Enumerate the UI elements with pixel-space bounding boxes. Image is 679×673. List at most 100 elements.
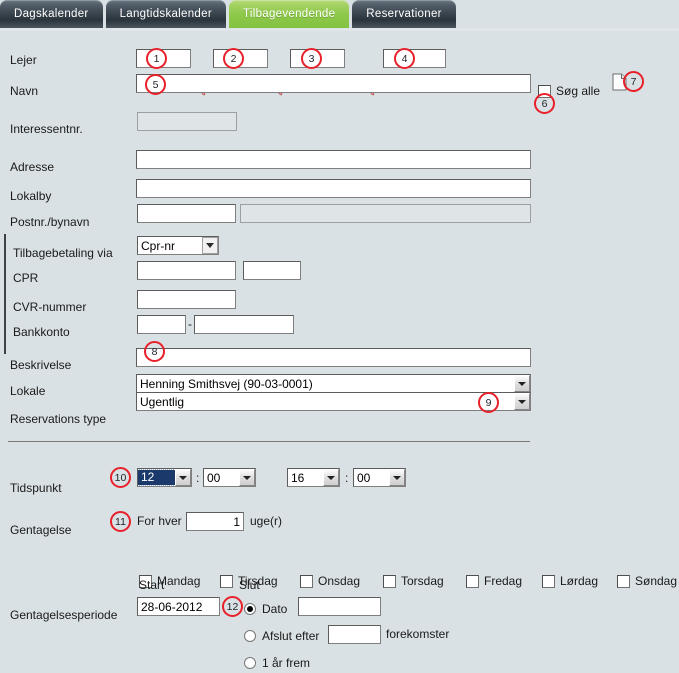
document-icon[interactable]: [612, 73, 627, 94]
reservations-type-select[interactable]: Ugentlig: [136, 392, 531, 411]
chevron-down-icon[interactable]: [514, 393, 530, 410]
tilbagebetaling-via-value: Cpr-nr: [141, 238, 176, 253]
tab-label: Langtidskalender: [119, 8, 212, 20]
weekday-checkbox-soendag[interactable]: Søndag: [617, 571, 677, 591]
tab-label: Dagskalender: [14, 8, 89, 20]
label-for-hver: For hver: [137, 514, 182, 528]
label-cvr-nummer: CVR-nummer: [13, 300, 87, 314]
label-gentagelse: Gentagelse: [10, 523, 72, 537]
adresse-input[interactable]: [136, 150, 531, 169]
bynavn-input: [240, 204, 531, 223]
lejer-input-4[interactable]: [383, 49, 446, 68]
lejer-input-1[interactable]: [136, 49, 191, 68]
payment-group-bracket: [4, 234, 6, 354]
weekday-checkbox-torsdag[interactable]: Torsdag: [383, 571, 444, 591]
navn-input[interactable]: [136, 74, 531, 93]
label-bankkonto: Bankkonto: [13, 325, 70, 339]
radio-dato[interactable]: [244, 603, 256, 615]
tab-reservationer[interactable]: Reservationer: [352, 0, 456, 28]
radio-afslut-efter[interactable]: [244, 630, 256, 642]
weekday-checkbox-loerdag[interactable]: Lørdag: [542, 571, 598, 591]
weekday-label: Onsdag: [318, 574, 361, 588]
slut-option-dato[interactable]: Dato: [244, 599, 287, 619]
slut-dato-input[interactable]: [298, 597, 381, 616]
field-row-gentagelse: Gentagelse: [10, 520, 71, 540]
soeg-alle-checkbox-row[interactable]: Søg alle: [538, 81, 600, 101]
field-row-cpr: CPR: [13, 268, 38, 288]
label-forekomster: forekomster: [386, 627, 450, 641]
checkbox-tirsdag[interactable]: [220, 574, 233, 588]
tab-bar: Dagskalender Langtidskalender Tilbageven…: [0, 0, 679, 31]
radio-et-aar-frem[interactable]: [244, 657, 256, 669]
soeg-alle-checkbox[interactable]: [538, 84, 551, 98]
postnr-input[interactable]: [137, 204, 236, 223]
weekday-checkbox-fredag[interactable]: Fredag: [466, 571, 522, 591]
tidspunkt-start-minute-value: 00: [207, 470, 221, 485]
radio-afslut-efter-label: Afslut efter: [262, 629, 320, 643]
field-row-interessentnr: Interessentnr.: [10, 119, 83, 139]
tidspunkt-slut-separator: :: [345, 471, 349, 485]
tidspunkt-start-hour-select[interactable]: 12: [137, 468, 192, 487]
weekday-checkbox-onsdag[interactable]: Onsdag: [300, 571, 360, 591]
checkbox-fredag[interactable]: [466, 574, 479, 588]
field-row-cvr: CVR-nummer: [13, 297, 86, 317]
section-divider: [8, 441, 530, 442]
field-row-gentagelsesperiode: Gentagelsesperiode: [10, 605, 117, 625]
field-row-lokale: Lokale: [10, 381, 45, 401]
label-tidspunkt: Tidspunkt: [10, 481, 62, 495]
chevron-down-icon[interactable]: [514, 375, 530, 392]
tilbagebetaling-via-select[interactable]: Cpr-nr: [137, 236, 219, 255]
label-tilbagebetaling-via: Tilbagebetaling via: [13, 246, 113, 260]
chevron-down-icon[interactable]: [239, 469, 255, 486]
label-reservations-type: Reservations type: [10, 412, 107, 426]
chevron-down-icon[interactable]: [175, 469, 191, 486]
label-cpr: CPR: [13, 271, 39, 285]
checkbox-loerdag[interactable]: [542, 574, 555, 588]
field-row-tidspunkt: Tidspunkt: [10, 478, 62, 498]
lokale-select[interactable]: Henning Smithsvej (90-03-0001): [136, 374, 531, 393]
tab-tilbagevendende[interactable]: Tilbagevendende: [228, 0, 350, 28]
reservations-type-value: Ugentlig: [140, 394, 185, 409]
label-lokalby: Lokalby: [10, 189, 52, 203]
start-dato-input[interactable]: [137, 597, 220, 616]
tab-label: Tilbagevendende: [242, 8, 336, 20]
chevron-down-icon[interactable]: [202, 237, 218, 254]
tidspunkt-start-minute-select[interactable]: 00: [203, 468, 256, 487]
tab-langtidskalender[interactable]: Langtidskalender: [105, 0, 226, 28]
label-uger: uge(r): [250, 514, 283, 528]
tidspunkt-start-separator: :: [196, 471, 200, 485]
bankkonto-nr-input[interactable]: [194, 315, 294, 334]
tidspunkt-slut-minute-select[interactable]: 00: [353, 468, 406, 487]
chevron-down-icon[interactable]: [323, 469, 339, 486]
slut-option-afslut-efter[interactable]: Afslut efter: [244, 626, 319, 646]
label-start: Start: [139, 578, 165, 592]
lejer-input-3[interactable]: [290, 49, 345, 68]
soeg-alle-label: Søg alle: [556, 84, 601, 98]
for-hver-antal-input[interactable]: [186, 512, 244, 531]
radio-dato-label: Dato: [262, 602, 288, 616]
field-row-postnr-bynavn: Postnr./bynavn: [10, 212, 89, 232]
cpr-input-2[interactable]: [243, 261, 301, 280]
checkbox-onsdag[interactable]: [300, 574, 313, 588]
beskrivelse-input[interactable]: [136, 348, 531, 367]
checkbox-torsdag[interactable]: [383, 574, 396, 588]
bankkonto-separator: -: [188, 317, 192, 331]
bankkonto-reg-input[interactable]: [137, 315, 186, 334]
label-beskrivelse: Beskrivelse: [10, 358, 72, 372]
chevron-down-icon[interactable]: [389, 469, 405, 486]
cvr-nummer-input[interactable]: [137, 290, 236, 309]
lejer-input-2[interactable]: [213, 49, 268, 68]
cpr-input-1[interactable]: [137, 261, 236, 280]
lokalby-input[interactable]: [136, 179, 531, 198]
checkbox-soendag[interactable]: [617, 574, 630, 588]
weekday-label: Lørdag: [560, 574, 599, 588]
tidspunkt-start-hour-value: 12: [138, 469, 176, 486]
tab-label: Reservationer: [366, 8, 442, 20]
tab-dagskalender[interactable]: Dagskalender: [0, 0, 103, 28]
label-adresse: Adresse: [10, 160, 55, 174]
tidspunkt-slut-hour-value: 16: [291, 470, 305, 485]
afslut-efter-antal-input[interactable]: [328, 625, 381, 644]
interessentnr-input: [137, 112, 237, 131]
tidspunkt-slut-hour-select[interactable]: 16: [287, 468, 340, 487]
slut-option-et-aar-frem[interactable]: 1 år frem: [244, 653, 310, 673]
